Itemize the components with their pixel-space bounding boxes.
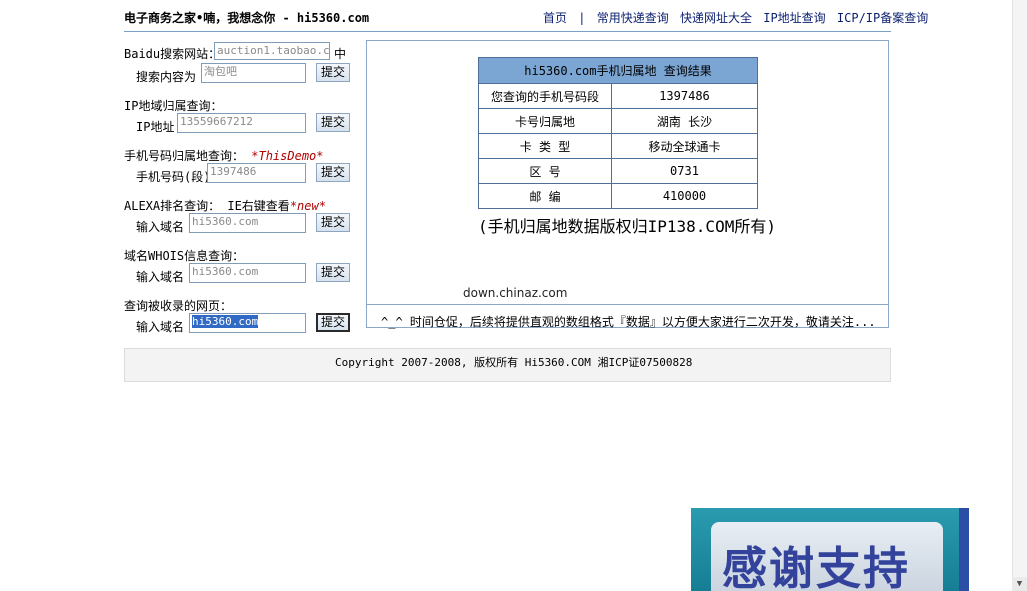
nav-separator: |	[578, 11, 586, 25]
result-value: 湖南 长沙	[611, 108, 758, 134]
result-value: 410000	[611, 183, 758, 209]
nav-express-query-link[interactable]: 常用快递查询	[597, 11, 669, 25]
result-table-title: hi5360.com手机归属地 查询结果	[478, 57, 758, 84]
indexed-domain-input[interactable]: hi5360.com	[189, 313, 306, 333]
top-nav: 首页 | 常用快递查询 快递网址大全 IP地址查询 ICP/IP备案查询	[543, 9, 932, 26]
alexa-query-title: ALEXA排名查询： IE右键查看*new*	[124, 197, 326, 214]
table-row: 卡 类 型 移动全球通卡	[478, 133, 758, 159]
nav-home-link[interactable]: 首页	[543, 11, 567, 25]
nav-ip-query-link[interactable]: IP地址查询	[763, 11, 825, 25]
baidu-submit-button[interactable]: 提交	[316, 63, 350, 82]
ip-address-input[interactable]: 13559667212	[177, 113, 306, 133]
result-divider	[366, 304, 889, 305]
whois-domain-label: 输入域名	[136, 270, 185, 284]
alexa-domain-input[interactable]: hi5360.com	[189, 213, 306, 233]
result-key: 邮 编	[478, 183, 612, 209]
baidu-content-label: 搜索内容为	[136, 70, 197, 84]
result-value: 0731	[611, 158, 758, 184]
nav-icp-query-link[interactable]: ICP/IP备案查询	[837, 11, 928, 25]
table-row: 邮 编 410000	[478, 183, 758, 209]
vertical-scrollbar[interactable]	[1012, 0, 1027, 591]
whois-submit-button[interactable]: 提交	[316, 263, 350, 282]
site-title: 电子商务之家•喃，我想念你 - hi5360.com	[124, 11, 370, 25]
result-key: 卡 类 型	[478, 133, 612, 159]
alexa-domain-label: 输入域名	[136, 220, 185, 234]
mobile-number-input[interactable]: 1397486	[207, 163, 306, 183]
mobile-query-title: 手机号码归属地查询： *ThisDemo*	[124, 147, 324, 164]
thanks-banner[interactable]: 感谢支持	[691, 508, 969, 591]
mobile-query-title-text: 手机号码归属地查询：	[124, 149, 245, 163]
baidu-site-input[interactable]: auction1.taobao.com	[214, 42, 330, 60]
result-table: hi5360.com手机归属地 查询结果 您查询的手机号码段 1397486 卡…	[478, 57, 758, 209]
whois-query-title: 域名WHOIS信息查询：	[124, 249, 245, 263]
result-key: 您查询的手机号码段	[478, 83, 612, 109]
header-divider	[124, 31, 891, 32]
nav-express-sites-link[interactable]: 快递网址大全	[680, 11, 752, 25]
banner-edge	[959, 508, 969, 591]
alexa-submit-button[interactable]: 提交	[316, 213, 350, 232]
selected-domain-text: hi5360.com	[192, 315, 259, 328]
alexa-tip-text: IE右键查看	[227, 199, 290, 213]
ip-submit-button[interactable]: 提交	[316, 113, 350, 132]
demo-badge: *ThisDemo*	[251, 149, 324, 163]
indexed-query-title: 查询被收录的网页：	[124, 299, 233, 313]
banner-text: 感谢支持	[722, 542, 911, 591]
table-row: 您查询的手机号码段 1397486	[478, 83, 758, 109]
mobile-number-label: 手机号码(段)	[136, 170, 211, 184]
mobile-submit-button[interactable]: 提交	[316, 163, 350, 182]
whois-domain-input[interactable]: hi5360.com	[189, 263, 306, 283]
table-row: 区 号 0731	[478, 158, 758, 184]
baidu-suffix-label: 中	[334, 47, 347, 61]
ip-query-title: IP地域归属查询：	[124, 99, 223, 113]
footer-copyright: Copyright 2007-2008, 版权所有 Hi5360.COM 湘IC…	[335, 356, 693, 369]
indexed-domain-label: 输入域名	[136, 320, 185, 334]
data-copyright-note: (手机归属地数据版权归IP138.COM所有)	[478, 217, 776, 236]
alexa-title-text: ALEXA排名查询：	[124, 199, 221, 213]
developer-note: ^_^ 时间仓促，后续将提供直观的数组格式『数据』以方便大家进行二次开发，敬请关…	[381, 315, 876, 329]
new-badge: *new*	[289, 199, 326, 213]
indexed-submit-button[interactable]: 提交	[316, 313, 350, 332]
ip-address-label: IP地址	[136, 120, 175, 134]
source-link[interactable]: down.chinaz.com	[463, 286, 567, 300]
table-row: 卡号归属地 湖南 长沙	[478, 108, 758, 134]
result-key: 卡号归属地	[478, 108, 612, 134]
result-key: 区 号	[478, 158, 612, 184]
result-table-header-row: hi5360.com手机归属地 查询结果	[478, 57, 758, 84]
result-value: 移动全球通卡	[611, 133, 758, 159]
scroll-down-arrow-icon[interactable]: ▼	[1012, 577, 1027, 591]
result-value: 1397486	[611, 83, 758, 109]
baidu-search-label: Baidu搜索网站：	[124, 47, 221, 61]
baidu-content-input[interactable]: 淘包吧	[201, 63, 306, 83]
